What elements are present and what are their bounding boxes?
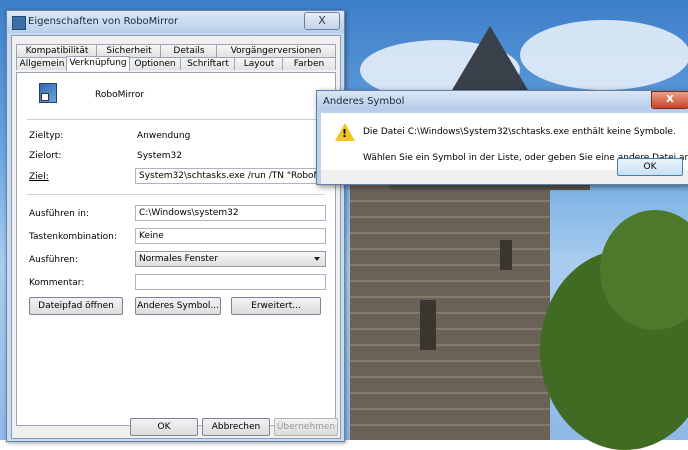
tab-farben[interactable]: Farben (282, 57, 336, 70)
symbol-titlebar[interactable]: Anderes Symbol X (317, 91, 688, 111)
properties-titlebar[interactable]: Eigenschaften von RoboMirror X (7, 11, 344, 33)
properties-title: Eigenschaften von RoboMirror (28, 16, 179, 27)
anderes-symbol-dialog: Anderes Symbol X ! Die Datei C:\Windows\… (316, 90, 688, 185)
tab-schriftart[interactable]: Schriftart (180, 57, 236, 70)
ausfuehren-label: Ausführen: (29, 255, 78, 265)
uebernehmen-button[interactable]: Übernehmen (274, 418, 338, 436)
ausfuehren-in-label: Ausführen in: (29, 209, 89, 219)
warning-exclamation: ! (342, 127, 348, 140)
divider (27, 194, 325, 195)
close-button[interactable]: X (304, 12, 340, 30)
close-button[interactable]: X (651, 91, 688, 109)
tab-verknuepfung[interactable]: Verknüpfung (66, 56, 130, 71)
ziel-input[interactable]: System32\schtasks.exe /run /TN "RoboMirr… (135, 168, 326, 184)
ausfuehren-select-value: Normales Fenster (139, 254, 219, 264)
properties-dialog: Eigenschaften von RoboMirror X Kompatibi… (6, 10, 345, 442)
zielort-value: System32 (137, 151, 183, 161)
kommentar-input[interactable] (135, 274, 326, 290)
tab-optionen[interactable]: Optionen (128, 57, 182, 70)
castle-tower (350, 150, 550, 440)
tastenkombination-label: Tastenkombination: (29, 232, 117, 242)
tab-allgemein[interactable]: Allgemein (16, 57, 68, 70)
ziel-label: Ziel: (29, 172, 49, 182)
tastenkombination-input[interactable]: Keine (135, 228, 326, 244)
tab-vorgaengerversionen[interactable]: Vorgängerversionen (216, 44, 336, 57)
anderes-symbol-button[interactable]: Anderes Symbol... (135, 297, 221, 315)
erweitert-button[interactable]: Erweitert... (231, 297, 321, 315)
chevron-down-icon (314, 257, 320, 261)
ausfuehren-in-input[interactable]: C:\Windows\system32 (135, 205, 326, 221)
ok-button[interactable]: OK (130, 418, 198, 436)
symbol-message-line1: Die Datei C:\Windows\System32\schtasks.e… (363, 127, 676, 137)
symbol-ok-button[interactable]: OK (617, 158, 683, 176)
tower-window (500, 240, 512, 270)
divider (27, 119, 325, 120)
properties-body: Kompatibilität Sicherheit Details Vorgän… (11, 35, 341, 439)
zielort-label: Zielort: (29, 151, 62, 161)
ausfuehren-select[interactable]: Normales Fenster (135, 251, 326, 267)
tower-window (420, 300, 436, 350)
abbrechen-button[interactable]: Abbrechen (202, 418, 270, 436)
tab-layout[interactable]: Layout (234, 57, 284, 70)
zieltyp-value: Anwendung (137, 131, 191, 141)
symbol-dialog-title: Anderes Symbol (323, 96, 405, 107)
dateipfad-oeffnen-button[interactable]: Dateipfad öffnen (29, 297, 123, 315)
shortcut-panel: RoboMirror Zieltyp: Anwendung Zielort: S… (16, 72, 336, 426)
app-window-icon (12, 16, 26, 30)
zieltyp-label: Zieltyp: (29, 131, 64, 141)
tab-details[interactable]: Details (160, 44, 218, 57)
shortcut-app-icon (39, 83, 57, 103)
app-name: RoboMirror (95, 90, 145, 100)
kommentar-label: Kommentar: (29, 278, 85, 288)
